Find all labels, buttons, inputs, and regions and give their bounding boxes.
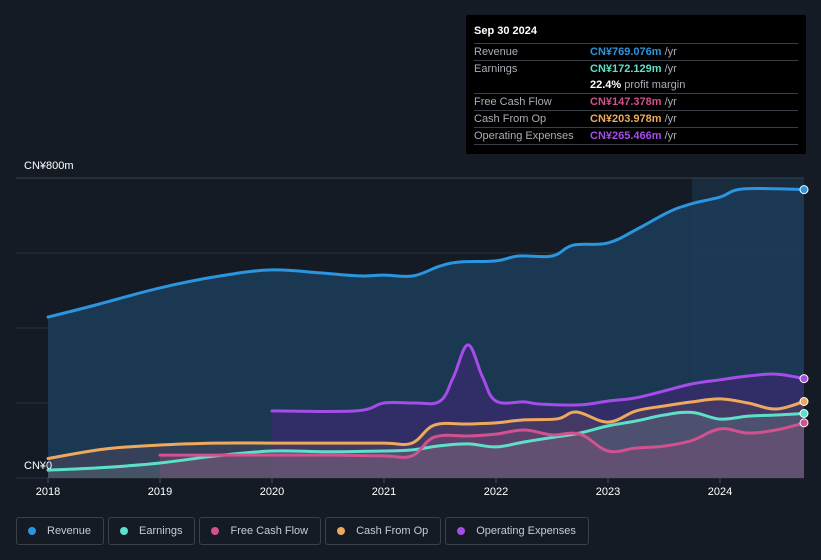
tooltip-label: Revenue bbox=[474, 46, 519, 58]
tooltip-unit: /yr bbox=[664, 96, 677, 108]
legend-dot-icon bbox=[28, 527, 36, 535]
legend-item-free-cash-flow[interactable]: Free Cash Flow bbox=[199, 517, 322, 545]
tooltip-unit: /yr bbox=[664, 113, 677, 125]
legend-item-revenue[interactable]: Revenue bbox=[16, 517, 105, 545]
tooltip-date: Sep 30 2024 bbox=[474, 25, 537, 37]
x-tick-label: 2018 bbox=[36, 486, 60, 498]
tooltip-label: Cash From Op bbox=[474, 113, 547, 125]
tooltip-value: CN¥203.978m bbox=[590, 113, 662, 125]
tooltip-unit: /yr bbox=[664, 63, 677, 75]
x-axis: 2018 2019 2020 2021 2022 2023 2024 bbox=[36, 478, 732, 498]
legend-dot-icon bbox=[211, 527, 220, 535]
revenue-endpoint bbox=[799, 185, 809, 195]
legend: Revenue Earnings Free Cash Flow Cash From O… bbox=[16, 517, 589, 545]
y-axis-bottom-label: CN¥0 bbox=[24, 460, 53, 472]
tooltip-label bbox=[474, 77, 590, 93]
legend-item-earnings[interactable]: Earnings bbox=[108, 517, 196, 545]
x-tick-label: 2019 bbox=[148, 486, 172, 498]
tooltip-value: 22.4% bbox=[590, 79, 622, 91]
legend-item-operating-expenses[interactable]: Operating Expenses bbox=[445, 517, 589, 545]
legend-label: Cash From Op bbox=[356, 525, 429, 537]
series-areas bbox=[48, 188, 804, 478]
tooltip-row: Free Cash Flow CN¥147.378m/yr bbox=[474, 93, 798, 110]
tooltip-value: CN¥769.076m bbox=[590, 46, 662, 58]
tooltip: Sep 30 2024 Revenue CN¥769.076m/yr Earning… bbox=[466, 15, 806, 154]
tooltip-rows: Revenue CN¥769.076m/yr Earnings CN¥172.129m… bbox=[474, 43, 798, 145]
tooltip-value: CN¥265.466m bbox=[590, 130, 662, 142]
x-tick-label: 2021 bbox=[372, 486, 396, 498]
x-tick-label: 2022 bbox=[484, 486, 508, 498]
tooltip-value: CN¥172.129m bbox=[590, 63, 662, 75]
free-cash-flow-endpoint bbox=[799, 418, 809, 428]
legend-dot-icon bbox=[457, 527, 466, 535]
tooltip-value: CN¥147.378m bbox=[590, 96, 662, 108]
tooltip-label: Operating Expenses bbox=[474, 130, 574, 142]
operating-expenses-endpoint bbox=[799, 374, 809, 384]
tooltip-row: Operating Expenses CN¥265.466m/yr bbox=[474, 127, 798, 145]
tooltip-unit: profit margin bbox=[624, 79, 686, 91]
tooltip-row: 22.4% profit margin bbox=[474, 77, 798, 93]
y-axis-top-label: CN¥800m bbox=[24, 160, 74, 172]
legend-label: Free Cash Flow bbox=[230, 525, 309, 537]
legend-label: Earnings bbox=[139, 525, 183, 537]
x-tick-label: 2024 bbox=[708, 486, 732, 498]
tooltip-unit: /yr bbox=[664, 130, 677, 142]
legend-dot-icon bbox=[120, 527, 129, 535]
legend-item-cash-from-op[interactable]: Cash From Op bbox=[325, 517, 442, 545]
earnings-endpoint bbox=[799, 409, 809, 418]
tooltip-label: Earnings bbox=[474, 63, 518, 75]
x-tick-label: 2020 bbox=[260, 486, 284, 498]
tooltip-row: Cash From Op CN¥203.978m/yr bbox=[474, 110, 798, 127]
tooltip-row: Revenue CN¥769.076m/yr bbox=[474, 43, 798, 60]
tooltip-row: Earnings CN¥172.129m/yr bbox=[474, 60, 798, 77]
legend-label: Revenue bbox=[47, 525, 92, 537]
tooltip-label: Free Cash Flow bbox=[474, 96, 552, 108]
legend-dot-icon bbox=[337, 527, 346, 535]
x-tick-label: 2023 bbox=[596, 486, 620, 498]
cash-from-op-endpoint bbox=[799, 397, 809, 406]
legend-label: Operating Expenses bbox=[476, 525, 576, 537]
tooltip-unit: /yr bbox=[664, 46, 677, 58]
